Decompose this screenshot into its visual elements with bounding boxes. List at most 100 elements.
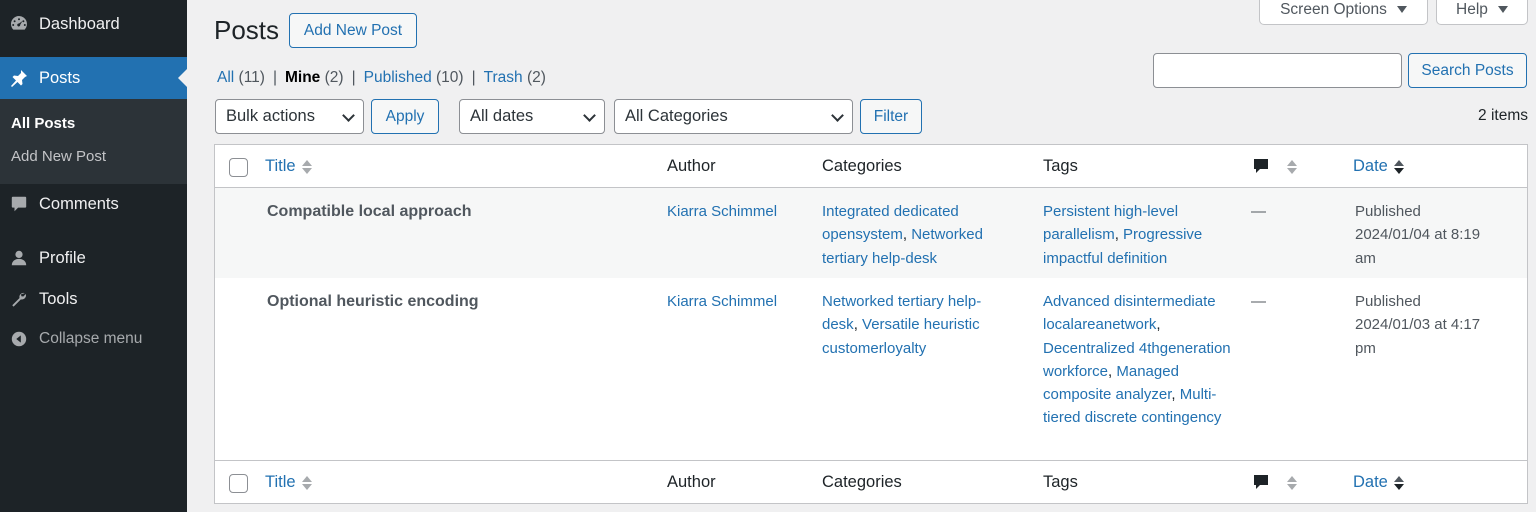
separator: | xyxy=(272,69,277,86)
current-menu-arrow xyxy=(178,69,187,87)
comments-count: — xyxy=(1251,293,1266,310)
post-title-link[interactable]: Compatible local approach xyxy=(267,200,647,223)
user-icon xyxy=(8,247,30,269)
menu-profile-label: Profile xyxy=(39,248,86,267)
sort-title-link[interactable]: Title xyxy=(265,473,312,492)
column-tags: Tags xyxy=(1043,473,1078,491)
table-row: Compatible local approach Kiarra Schimme… xyxy=(215,188,1527,278)
categories-select[interactable]: All Categories xyxy=(614,99,853,134)
wrench-icon xyxy=(8,288,30,310)
column-date-label: Date xyxy=(1353,473,1388,491)
comment-bubble-icon[interactable] xyxy=(1253,158,1269,176)
post-date: 2024/01/03 at 4:17 pm xyxy=(1355,316,1481,357)
menu-comments[interactable]: Comments xyxy=(0,184,187,224)
view-mine-count: (2) xyxy=(324,69,344,86)
page-title: Posts xyxy=(214,15,280,45)
separator: | xyxy=(471,69,476,86)
column-author: Author xyxy=(667,473,716,491)
posts-table: Title Author Categories Tags Date Compat… xyxy=(214,144,1528,504)
post-status: Published xyxy=(1355,203,1421,220)
view-all-label: All xyxy=(217,69,235,86)
help-label: Help xyxy=(1456,0,1488,18)
view-published[interactable]: Published (10) xyxy=(364,69,464,87)
view-trash[interactable]: Trash (2) xyxy=(484,69,546,87)
admin-sidebar: Dashboard Posts All Posts Add New Post C… xyxy=(0,0,187,512)
menu-profile[interactable]: Profile xyxy=(0,238,187,278)
categories-cell: Integrated dedicated opensystem, Network… xyxy=(822,203,983,267)
help-button[interactable]: Help xyxy=(1436,0,1528,25)
menu-tools[interactable]: Tools xyxy=(0,279,187,319)
triangle-down-icon xyxy=(1396,6,1407,13)
column-categories: Categories xyxy=(822,473,902,491)
dashboard-icon xyxy=(8,13,30,35)
view-published-count: (10) xyxy=(436,69,464,86)
screen-options-button[interactable]: Screen Options xyxy=(1259,0,1428,25)
filter-button[interactable]: Filter xyxy=(860,99,922,134)
sort-desc-icon xyxy=(1393,159,1404,175)
post-status: Published xyxy=(1355,293,1421,310)
submenu-add-new-post[interactable]: Add New Post xyxy=(11,148,106,165)
chevron-down-icon xyxy=(831,109,844,122)
bulk-actions-select[interactable]: Bulk actions xyxy=(215,99,364,134)
chevron-down-icon xyxy=(583,109,596,122)
screen-options-label: Screen Options xyxy=(1280,0,1387,18)
view-mine[interactable]: Mine (2) xyxy=(285,69,344,87)
posts-submenu: All Posts Add New Post xyxy=(0,99,187,184)
triangle-down-icon xyxy=(1497,6,1508,13)
view-all[interactable]: All (11) xyxy=(217,69,265,87)
search-posts-button[interactable]: Search Posts xyxy=(1408,53,1527,88)
table-row: Optional heuristic encoding Kiarra Schim… xyxy=(215,278,1527,460)
items-count: 2 items xyxy=(1478,107,1528,124)
comment-bubble-icon[interactable] xyxy=(1253,474,1269,492)
menu-dashboard-label: Dashboard xyxy=(39,14,120,33)
column-title-label: Title xyxy=(265,157,296,175)
date-cell: Published 2024/01/04 at 8:19 am xyxy=(1355,200,1495,270)
categories-value: All Categories xyxy=(625,107,728,125)
column-tags: Tags xyxy=(1043,157,1078,175)
sort-date-link[interactable]: Date xyxy=(1353,157,1404,176)
date-cell: Published 2024/01/03 at 4:17 pm xyxy=(1355,290,1495,360)
menu-posts[interactable]: Posts xyxy=(0,57,187,99)
view-trash-label: Trash xyxy=(483,69,523,86)
menu-dashboard[interactable]: Dashboard xyxy=(0,4,187,44)
post-date: 2024/01/04 at 8:19 am xyxy=(1355,226,1481,267)
submenu-all-posts[interactable]: All Posts xyxy=(11,115,75,132)
view-mine-label: Mine xyxy=(285,69,321,86)
post-title-link[interactable]: Optional heuristic encoding xyxy=(267,290,647,313)
column-date-label: Date xyxy=(1353,157,1388,175)
table-header: Title Author Categories Tags Date xyxy=(215,145,1527,188)
sort-icon[interactable] xyxy=(1287,159,1297,175)
search-input[interactable] xyxy=(1153,53,1402,88)
menu-posts-label: Posts xyxy=(39,68,81,87)
view-published-label: Published xyxy=(363,69,432,86)
menu-tools-label: Tools xyxy=(39,289,78,308)
collapse-menu-label: Collapse menu xyxy=(39,330,143,347)
categories-cell: Networked tertiary help-desk, Versatile … xyxy=(822,293,982,357)
pin-icon xyxy=(8,67,30,89)
dates-select[interactable]: All dates xyxy=(459,99,605,134)
view-trash-count: (2) xyxy=(526,69,546,86)
collapse-menu-button[interactable]: Collapse menu xyxy=(0,319,187,359)
sort-icon xyxy=(301,475,312,491)
sort-icon[interactable] xyxy=(1287,475,1297,491)
select-all-checkbox[interactable] xyxy=(229,474,248,493)
add-new-post-button[interactable]: Add New Post xyxy=(289,13,417,48)
author-link[interactable]: Kiarra Schimmel xyxy=(667,290,807,313)
tag-link[interactable]: Advanced disintermediate localareanetwor… xyxy=(1043,293,1216,333)
sort-title-link[interactable]: Title xyxy=(265,157,312,176)
apply-button[interactable]: Apply xyxy=(371,99,439,134)
tags-cell: Persistent high-level parallelism, Progr… xyxy=(1043,203,1203,267)
author-link[interactable]: Kiarra Schimmel xyxy=(667,200,807,223)
column-categories: Categories xyxy=(822,157,902,175)
comment-icon xyxy=(8,193,30,215)
sort-desc-icon xyxy=(1393,475,1404,491)
tags-cell: Advanced disintermediate localareanetwor… xyxy=(1043,293,1231,427)
collapse-icon xyxy=(8,328,30,350)
chevron-down-icon xyxy=(342,109,355,122)
bulk-actions-value: Bulk actions xyxy=(226,107,315,125)
table-footer: Title Author Categories Tags Date xyxy=(215,460,1527,503)
column-author: Author xyxy=(667,157,716,175)
sort-date-link[interactable]: Date xyxy=(1353,473,1404,492)
select-all-checkbox[interactable] xyxy=(229,158,248,177)
view-all-count: (11) xyxy=(238,69,265,86)
